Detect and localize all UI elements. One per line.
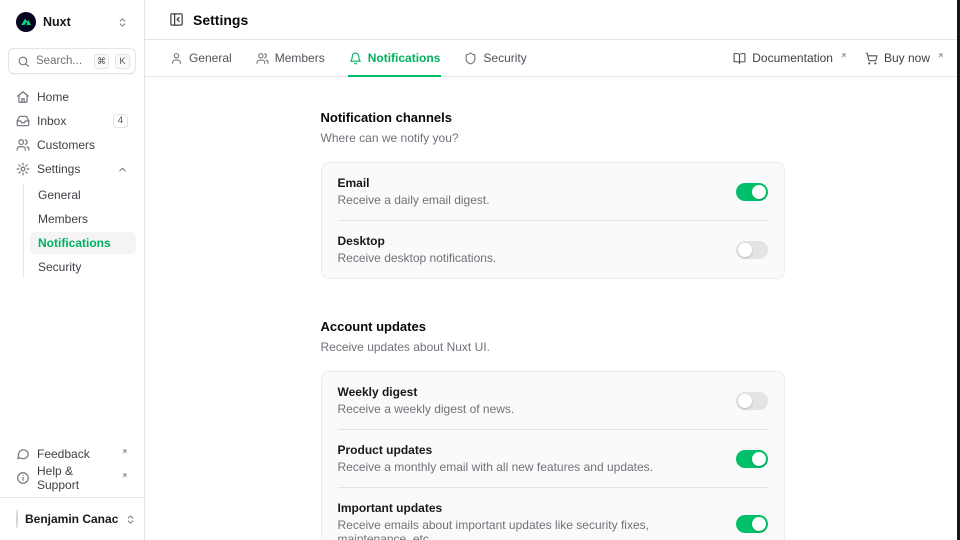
book-open-icon <box>733 52 746 65</box>
bell-icon <box>349 52 362 65</box>
tab-bar: General Members Notifications Security <box>145 40 960 77</box>
sidebar-item-settings[interactable]: Settings <box>8 158 136 180</box>
buy-now-label: Buy now <box>884 51 930 65</box>
setting-label: Product updates <box>338 443 720 457</box>
search-icon <box>17 55 30 68</box>
setting-label: Weekly digest <box>338 385 720 399</box>
sidebar-nav: Home Inbox 4 Customers Settings <box>8 86 136 278</box>
setting-row-email: Email Receive a daily email digest. <box>338 163 768 220</box>
tab-label: General <box>189 51 232 65</box>
kbd-meta: ⌘ <box>94 54 109 69</box>
help-support-link[interactable]: Help & Support <box>8 467 136 489</box>
feedback-link[interactable]: Feedback <box>8 443 136 465</box>
sidebar: Nuxt ⌘ K Home Inbox 4 <box>0 0 145 540</box>
setting-description: Receive a weekly digest of news. <box>338 402 720 416</box>
sidebar-item-inbox[interactable]: Inbox 4 <box>8 110 136 132</box>
sidebar-item-label: Settings <box>37 162 110 176</box>
main-panel: Settings General Members Notifications <box>145 0 960 540</box>
shield-icon <box>464 52 477 65</box>
kbd-k: K <box>115 54 130 69</box>
sidebar-item-customers[interactable]: Customers <box>8 134 136 156</box>
external-link-icon <box>937 52 944 59</box>
chevron-up-icon <box>117 164 128 175</box>
settings-card: Weekly digest Receive a weekly digest of… <box>321 371 785 540</box>
external-link-icon <box>121 472 128 479</box>
section-title: Account updates <box>321 319 785 334</box>
tab-security[interactable]: Security <box>463 40 527 76</box>
sidebar-item-notifications[interactable]: Notifications <box>30 232 136 254</box>
shopping-cart-icon <box>865 52 878 65</box>
setting-label: Email <box>338 176 720 190</box>
tab-general[interactable]: General <box>169 40 233 76</box>
setting-row-desktop: Desktop Receive desktop notifications. <box>338 220 768 278</box>
setting-description: Receive emails about important updates l… <box>338 518 720 540</box>
sidebar-footer: Feedback Help & Support <box>8 443 136 489</box>
sidebar-item-label: Home <box>37 90 128 104</box>
buy-now-button[interactable]: Buy now <box>865 51 944 65</box>
sidebar-item-members[interactable]: Members <box>30 208 136 230</box>
setting-row-weekly-digest: Weekly digest Receive a weekly digest of… <box>338 372 768 429</box>
section-notification-channels: Notification channels Where can we notif… <box>321 110 785 279</box>
users-icon <box>16 138 30 152</box>
user-name: Benjamin Canac <box>25 512 118 526</box>
sidebar-item-label: Inbox <box>37 114 106 128</box>
tab-members[interactable]: Members <box>255 40 326 76</box>
info-circle-icon <box>16 471 30 485</box>
documentation-button[interactable]: Documentation <box>733 51 847 65</box>
section-subtitle: Receive updates about Nuxt UI. <box>321 340 785 354</box>
search-input-wrap[interactable]: ⌘ K <box>8 48 136 74</box>
inbox-count-badge: 4 <box>113 114 128 128</box>
external-link-icon <box>840 52 847 59</box>
external-link-icon <box>121 448 128 455</box>
workspace-name: Nuxt <box>43 15 110 29</box>
section-title: Notification channels <box>321 110 785 125</box>
documentation-label: Documentation <box>752 51 833 65</box>
sidebar-item-general[interactable]: General <box>30 184 136 206</box>
users-icon <box>256 52 269 65</box>
sidebar-item-home[interactable]: Home <box>8 86 136 108</box>
chevrons-up-down-icon <box>117 17 128 28</box>
important-updates-toggle[interactable] <box>736 515 768 533</box>
setting-description: Receive a monthly email with all new fea… <box>338 460 720 474</box>
setting-description: Receive desktop notifications. <box>338 251 720 265</box>
user-icon <box>170 52 183 65</box>
setting-description: Receive a daily email digest. <box>338 193 720 207</box>
tab-notifications[interactable]: Notifications <box>348 40 442 76</box>
nuxt-logo-icon <box>16 12 36 32</box>
help-support-label: Help & Support <box>37 464 113 492</box>
desktop-toggle[interactable] <box>736 241 768 259</box>
user-menu[interactable]: Benjamin Canac <box>8 506 136 532</box>
settings-card: Email Receive a daily email digest. Desk… <box>321 162 785 279</box>
section-subtitle: Where can we notify you? <box>321 131 785 145</box>
email-toggle[interactable] <box>736 183 768 201</box>
sidebar-item-security[interactable]: Security <box>30 256 136 278</box>
section-account-updates: Account updates Receive updates about Nu… <box>321 319 785 540</box>
setting-label: Desktop <box>338 234 720 248</box>
inbox-icon <box>16 114 30 128</box>
setting-label: Important updates <box>338 501 720 515</box>
search-input[interactable] <box>36 55 88 67</box>
tab-label: Notifications <box>368 51 441 65</box>
setting-row-important-updates: Important updates Receive emails about i… <box>338 487 768 540</box>
product-updates-toggle[interactable] <box>736 450 768 468</box>
workspace-switcher[interactable]: Nuxt <box>8 10 136 34</box>
setting-row-product-updates: Product updates Receive a monthly email … <box>338 429 768 487</box>
avatar <box>16 509 18 529</box>
gear-icon <box>16 162 30 176</box>
feedback-label: Feedback <box>37 447 113 461</box>
message-circle-icon <box>16 447 30 461</box>
settings-submenu: General Members Notifications Security <box>8 184 136 278</box>
sidebar-item-label: Customers <box>37 138 128 152</box>
settings-content: Notification channels Where can we notif… <box>145 77 960 540</box>
home-icon <box>16 90 30 104</box>
weekly-digest-toggle[interactable] <box>736 392 768 410</box>
tab-label: Members <box>275 51 325 65</box>
page-title: Settings <box>193 12 248 28</box>
chevrons-up-down-icon <box>125 514 136 525</box>
page-header: Settings <box>145 0 960 40</box>
panel-left-close-icon[interactable] <box>169 12 184 27</box>
tab-label: Security <box>483 51 526 65</box>
sidebar-divider <box>0 497 144 498</box>
